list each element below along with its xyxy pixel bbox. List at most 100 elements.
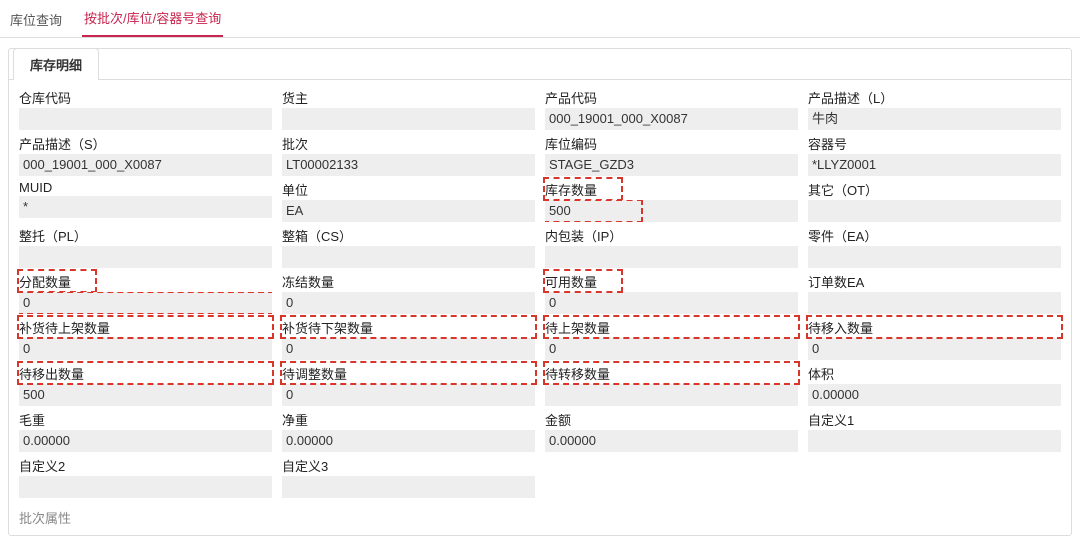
value[interactable]: 0 (545, 338, 798, 360)
label: 金额 (545, 408, 798, 430)
field-stock-qty: 库存数量500 (545, 178, 798, 222)
value[interactable] (808, 200, 1061, 222)
label: 待移入数量 (808, 316, 1061, 338)
field-container-no: 容器号*LLYZ0001 (808, 132, 1061, 176)
value[interactable] (545, 384, 798, 406)
tab-batch-query[interactable]: 按批次/库位/容器号查询 (82, 0, 223, 37)
value[interactable]: 500 (545, 200, 798, 222)
label: 仓库代码 (19, 86, 272, 108)
value[interactable] (545, 246, 798, 268)
label: 内包装（IP） (545, 224, 798, 246)
value[interactable]: STAGE_GZD3 (545, 154, 798, 176)
field-batch: 批次LT00002133 (282, 132, 535, 176)
label: 产品描述（L） (808, 86, 1061, 108)
label: 库存数量 (545, 178, 798, 200)
value[interactable]: 0 (282, 384, 535, 406)
label: 待上架数量 (545, 316, 798, 338)
value[interactable]: 500 (19, 384, 272, 406)
value[interactable]: 0 (19, 292, 272, 314)
value[interactable]: 牛肉 (808, 108, 1061, 130)
value[interactable]: 0 (19, 338, 272, 360)
sub-tabs: 库存明细 (9, 49, 1071, 80)
label: 库位编码 (545, 132, 798, 154)
value[interactable] (808, 430, 1061, 452)
label: 产品代码 (545, 86, 798, 108)
value[interactable]: 0.00000 (808, 384, 1061, 406)
field-volume: 体积0.00000 (808, 362, 1061, 406)
label: 订单数EA (808, 270, 1061, 292)
field-location-code: 库位编码STAGE_GZD3 (545, 132, 798, 176)
value[interactable]: * (19, 196, 272, 218)
field-pending-transfer-qty: 待转移数量 (545, 362, 798, 406)
label: 批次 (282, 132, 535, 154)
field-amount: 金额0.00000 (545, 408, 798, 452)
field-product-desc-s: 产品描述（S）000_19001_000_X0087 (19, 132, 272, 176)
spacer (808, 454, 1061, 498)
label: 毛重 (19, 408, 272, 430)
field-innerpack-ip: 内包装（IP） (545, 224, 798, 268)
field-pending-movein-qty: 待移入数量0 (808, 316, 1061, 360)
label: 待调整数量 (282, 362, 535, 384)
value[interactable] (282, 246, 535, 268)
field-custom1: 自定义1 (808, 408, 1061, 452)
value[interactable] (19, 246, 272, 268)
label: 容器号 (808, 132, 1061, 154)
tab-location-query[interactable]: 库位查询 (8, 2, 64, 37)
label: 自定义2 (19, 454, 272, 476)
field-owner: 货主 (282, 86, 535, 130)
label: 待移出数量 (19, 362, 272, 384)
label: 冻结数量 (282, 270, 535, 292)
field-gross-weight: 毛重0.00000 (19, 408, 272, 452)
field-other-ot: 其它（OT） (808, 178, 1061, 222)
label: 待转移数量 (545, 362, 798, 384)
value[interactable]: 0 (808, 338, 1061, 360)
field-each-ea: 零件（EA） (808, 224, 1061, 268)
subtab-inventory-detail[interactable]: 库存明细 (13, 48, 99, 80)
value[interactable]: 0 (282, 338, 535, 360)
section-batch-attributes: 批次属性 (9, 498, 1071, 527)
value[interactable]: EA (282, 200, 535, 222)
value[interactable] (282, 108, 535, 130)
value[interactable]: 0.00000 (282, 430, 535, 452)
value[interactable]: LT00002133 (282, 154, 535, 176)
value[interactable]: 0.00000 (19, 430, 272, 452)
label: 其它（OT） (808, 178, 1061, 200)
label: 货主 (282, 86, 535, 108)
label: 体积 (808, 362, 1061, 384)
field-order-qty-ea: 订单数EA (808, 270, 1061, 314)
top-tabs: 库位查询 按批次/库位/容器号查询 (0, 0, 1080, 38)
label: 自定义3 (282, 454, 535, 476)
label: 自定义1 (808, 408, 1061, 430)
label: 单位 (282, 178, 535, 200)
value[interactable] (282, 476, 535, 498)
value[interactable]: *LLYZ0001 (808, 154, 1061, 176)
field-warehouse-code: 仓库代码 (19, 86, 272, 130)
value[interactable]: 0.00000 (545, 430, 798, 452)
spacer (545, 454, 798, 498)
value[interactable] (19, 476, 272, 498)
label: 整箱（CS） (282, 224, 535, 246)
field-net-weight: 净重0.00000 (282, 408, 535, 452)
value[interactable] (808, 246, 1061, 268)
label: 补货待下架数量 (282, 316, 535, 338)
value[interactable]: 000_19001_000_X0087 (545, 108, 798, 130)
value[interactable]: 000_19001_000_X0087 (19, 154, 272, 176)
field-replen-pickdown-qty: 补货待下架数量0 (282, 316, 535, 360)
value[interactable] (808, 292, 1061, 314)
field-custom2: 自定义2 (19, 454, 272, 498)
field-product-code: 产品代码000_19001_000_X0087 (545, 86, 798, 130)
fields-grid: 仓库代码 货主 产品代码000_19001_000_X0087 产品描述（L）牛… (9, 80, 1071, 498)
label: 补货待上架数量 (19, 316, 272, 338)
field-pending-putaway-qty: 待上架数量0 (545, 316, 798, 360)
field-custom3: 自定义3 (282, 454, 535, 498)
field-allocated-qty: 分配数量0 (19, 270, 272, 314)
field-pallet-pl: 整托（PL） (19, 224, 272, 268)
label: 分配数量 (19, 270, 272, 292)
label: 产品描述（S） (19, 132, 272, 154)
value[interactable] (19, 108, 272, 130)
label: 可用数量 (545, 270, 798, 292)
value[interactable]: 0 (545, 292, 798, 314)
label: 净重 (282, 408, 535, 430)
field-replen-putaway-qty: 补货待上架数量0 (19, 316, 272, 360)
value[interactable]: 0 (282, 292, 535, 314)
